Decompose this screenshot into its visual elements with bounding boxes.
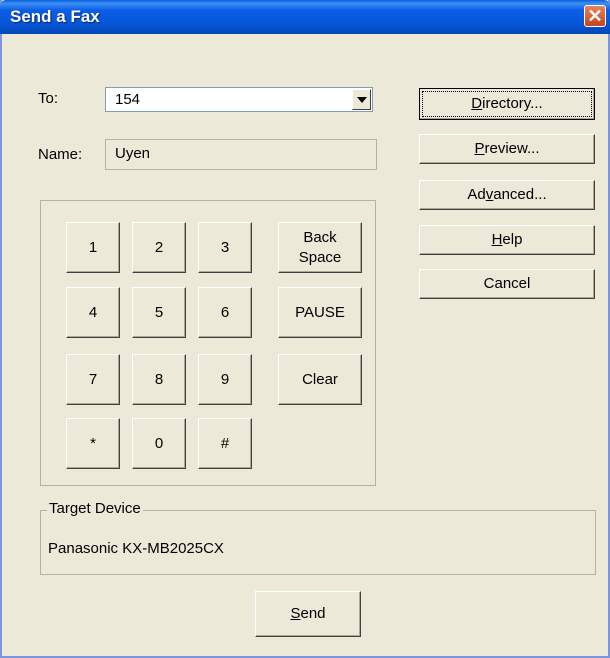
chevron-down-icon[interactable] bbox=[352, 89, 371, 110]
clear-button[interactable]: Clear bbox=[278, 354, 362, 405]
preview-button[interactable]: Preview... bbox=[419, 134, 595, 164]
advanced-button[interactable]: Ad v anced... bbox=[419, 180, 595, 210]
key-1[interactable]: 1 bbox=[66, 222, 120, 273]
name-value: Uyen bbox=[115, 145, 151, 162]
close-icon[interactable]: ✕ bbox=[584, 5, 606, 27]
advanced-label-pre: Ad bbox=[467, 186, 486, 203]
directory-button[interactable]: Directory... bbox=[419, 88, 595, 120]
to-label: To: bbox=[38, 90, 59, 107]
to-combobox[interactable]: 154 bbox=[105, 87, 373, 112]
key-8[interactable]: 8 bbox=[132, 354, 186, 405]
window-title: Send a Fax bbox=[10, 7, 100, 26]
target-device-title: Target Device bbox=[47, 500, 143, 517]
key-6[interactable]: 6 bbox=[198, 287, 252, 338]
pause-button[interactable]: PAUSE bbox=[278, 287, 362, 338]
key-2[interactable]: 2 bbox=[132, 222, 186, 273]
key-3[interactable]: 3 bbox=[198, 222, 252, 273]
backspace-line1: Back bbox=[303, 228, 337, 246]
advanced-label-post: anced... bbox=[493, 186, 547, 203]
send-fax-dialog: Send a Fax ✕ To: 154 Name: Uyen 1 2 3 4 … bbox=[0, 0, 610, 658]
key-star[interactable]: * bbox=[66, 418, 120, 469]
send-button[interactable]: Send bbox=[255, 591, 361, 637]
directory-label-post: irectory... bbox=[482, 95, 543, 112]
help-button[interactable]: Help bbox=[419, 225, 595, 255]
name-label: Name: bbox=[38, 146, 83, 163]
key-9[interactable]: 9 bbox=[198, 354, 252, 405]
key-hash[interactable]: # bbox=[198, 418, 252, 469]
directory-label-key: D bbox=[471, 95, 483, 112]
send-label-post: end bbox=[300, 605, 326, 622]
key-7[interactable]: 7 bbox=[66, 354, 120, 405]
help-label-post: elp bbox=[502, 231, 523, 248]
target-device-value: Panasonic KX-MB2025CX bbox=[48, 540, 224, 557]
preview-label-key: P bbox=[474, 140, 485, 157]
key-0[interactable]: 0 bbox=[132, 418, 186, 469]
title-bar[interactable]: Send a Fax ✕ bbox=[0, 0, 610, 34]
send-label-key: S bbox=[290, 605, 301, 622]
key-4[interactable]: 4 bbox=[66, 287, 120, 338]
preview-label-post: review... bbox=[484, 140, 540, 157]
to-value: 154 bbox=[115, 91, 141, 108]
help-label-key: H bbox=[491, 231, 503, 248]
name-field: Uyen bbox=[105, 139, 377, 170]
backspace-button[interactable]: Back Space bbox=[278, 222, 362, 273]
cancel-button[interactable]: Cancel bbox=[419, 269, 595, 299]
key-5[interactable]: 5 bbox=[132, 287, 186, 338]
backspace-line2: Space bbox=[298, 248, 342, 266]
advanced-label-key: v bbox=[485, 186, 494, 203]
